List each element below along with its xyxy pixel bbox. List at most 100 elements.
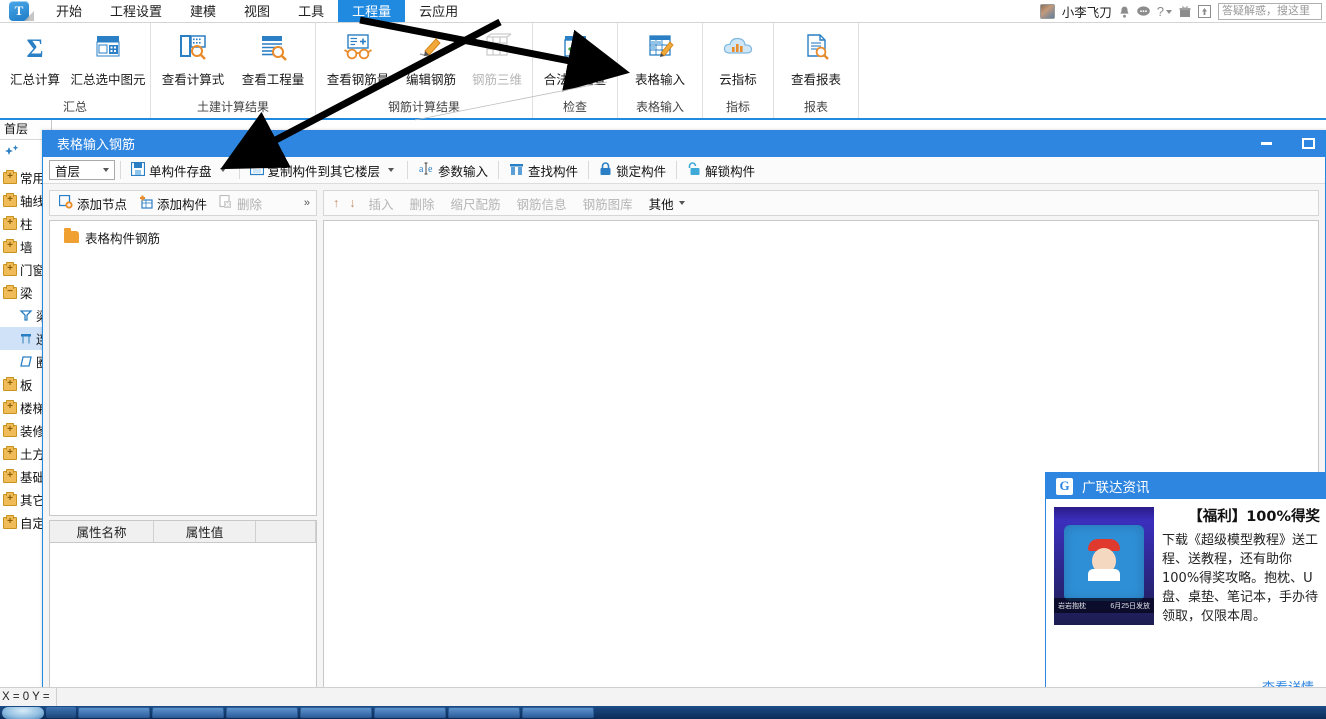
delete-icon <box>219 194 233 212</box>
glodon-logo-icon: G <box>1056 477 1073 495</box>
ribbon-button-view-rebar[interactable]: 查看钢筋量 <box>318 27 398 88</box>
other-button[interactable]: 其他 <box>641 192 693 214</box>
ribbon-button-view-formula[interactable]: 查看计算式 <box>153 27 233 88</box>
taskbar-item[interactable] <box>374 707 446 718</box>
ribbon-button-edit-rebar[interactable]: 编辑钢筋 <box>398 27 464 88</box>
application-window: T 开始 工程设置 建模 视图 工具 工程量 云应用 小李飞刀 ? 答疑解惑，搜… <box>0 0 1326 719</box>
copy-component-icon <box>249 162 264 179</box>
dialog-toolbar: 首层 单构件存盘 复制构件到其它楼层 ae 参数输入 查找构件 锁定构件 解锁构… <box>43 157 1325 184</box>
move-up-button[interactable]: ↑ <box>328 192 344 214</box>
ribbon-button-summary-calc[interactable]: Σ 汇总计算 <box>2 27 68 88</box>
toolbar-button-label: 添加节点 <box>77 197 128 212</box>
taskbar-item[interactable] <box>226 707 298 718</box>
chevron-down-icon[interactable] <box>219 168 226 172</box>
toolbar-button-label: 参数输入 <box>438 164 489 179</box>
taskbar-item[interactable] <box>152 707 224 718</box>
ribbon-group-table-input: 表格输入 表格输入 <box>618 23 703 118</box>
toolbar-button-label: 删除 <box>237 197 263 212</box>
parameter-input-button[interactable]: ae 参数输入 <box>413 159 493 181</box>
insert-button[interactable]: 插入 <box>361 192 402 214</box>
bell-icon[interactable] <box>1119 6 1130 18</box>
taskbar-item[interactable] <box>78 707 150 718</box>
toolbar-button-label: 查找构件 <box>528 164 579 179</box>
tree-item-table-rebar[interactable]: 表格构件钢筋 <box>50 227 316 247</box>
taskbar-item[interactable] <box>448 707 520 718</box>
tab-tools[interactable]: 工具 <box>284 0 338 22</box>
ribbon-button-label: 查看报表 <box>790 73 841 87</box>
scale-rebar-button[interactable]: 缩尺配筋 <box>443 192 509 214</box>
folder-open-icon <box>3 284 17 299</box>
help-icon[interactable]: ? <box>1157 4 1172 19</box>
ad-title: 【福利】100%得奖 <box>1188 509 1320 525</box>
ad-body: 岩岩抱枕 6月25日发放 【福利】100%得奖 下载《超级模型教程》送工程、送教… <box>1046 499 1326 669</box>
toolbar-button-label: 单构件存盘 <box>149 164 212 179</box>
delete-node-button[interactable]: 删除 <box>214 192 267 214</box>
ribbon-button-view-quantity[interactable]: 查看工程量 <box>233 27 313 88</box>
chevron-down-icon <box>678 201 685 205</box>
toolbar-button-label: 锁定构件 <box>616 164 667 179</box>
ribbon-group-label: 汇总 <box>62 100 87 114</box>
property-column-blank <box>256 521 316 542</box>
rebar-library-button[interactable]: 钢筋图库 <box>575 192 641 214</box>
sidebar-item-label: 板 <box>20 379 33 393</box>
tab-view[interactable]: 视图 <box>230 0 284 22</box>
tab-project-settings[interactable]: 工程设置 <box>96 0 176 22</box>
add-component-button[interactable]: 添加构件 <box>134 192 212 214</box>
ribbon-button-label: 云指标 <box>719 73 757 87</box>
tab-quantity[interactable]: 工程量 <box>338 0 406 22</box>
tab-modeling[interactable]: 建模 <box>176 0 230 22</box>
save-component-button[interactable]: 单构件存盘 <box>126 159 234 181</box>
folder-closed-icon <box>3 468 17 483</box>
ribbon-button-rebar-3d[interactable]: 钢筋三维 <box>464 27 530 88</box>
ribbon-tabs: 开始 工程设置 建模 视图 工具 工程量 云应用 <box>42 0 472 22</box>
ribbon-button-label: 表格输入 <box>634 73 685 87</box>
search-input[interactable]: 答疑解惑，搜这里 <box>1218 3 1322 20</box>
message-icon[interactable] <box>1136 6 1150 17</box>
component-tree-box[interactable]: 表格构件钢筋 <box>49 220 317 516</box>
ribbon-group-indicator: 云指标 指标 <box>703 23 774 118</box>
folder-closed-icon <box>3 399 17 414</box>
ribbon-button-label: 查看钢筋量 <box>326 73 390 87</box>
ribbon-tab-strip: T 开始 工程设置 建模 视图 工具 工程量 云应用 小李飞刀 ? 答疑解惑，搜… <box>0 0 1326 23</box>
lock-component-button[interactable]: 锁定构件 <box>594 159 671 181</box>
gift-icon[interactable] <box>1179 5 1191 18</box>
chevron-down-icon[interactable] <box>388 168 395 172</box>
ribbon-button-view-report[interactable]: 查看报表 <box>776 27 856 88</box>
property-grid[interactable]: 属性名称 属性值 <box>49 520 317 698</box>
sigma-icon: Σ <box>20 29 50 67</box>
floor-select[interactable]: 首层 <box>49 160 115 180</box>
titlebar-right-tools: 小李飞刀 ? 答疑解惑，搜这里 <box>1039 1 1322 22</box>
taskbar-quicklaunch[interactable] <box>46 707 76 718</box>
dialog-title-bar[interactable]: 表格输入钢筋 <box>43 130 1325 157</box>
ribbon-button-validity-check[interactable]: 合法性检查 <box>535 27 615 88</box>
tab-cloud-apps[interactable]: 云应用 <box>405 0 472 22</box>
ribbon-button-cloud-indicator[interactable]: 云指标 <box>705 27 771 88</box>
user-name[interactable]: 小李飞刀 <box>1062 2 1112 21</box>
minimize-button[interactable] <box>1255 133 1277 155</box>
add-star-icon[interactable] <box>4 144 20 161</box>
unlock-component-button[interactable]: 解锁构件 <box>682 159 760 181</box>
start-button[interactable] <box>2 706 44 719</box>
coordinate-readout: X = 0 Y = <box>0 687 57 707</box>
ribbon-button-table-input[interactable]: 表格输入 <box>620 27 700 88</box>
unlock-icon <box>687 161 701 179</box>
ad-thumbnail[interactable]: 岩岩抱枕 6月25日发放 <box>1054 507 1154 625</box>
overflow-chevron-icon[interactable]: » <box>304 197 312 209</box>
move-down-button[interactable]: ↓ <box>344 192 360 214</box>
tree-item-label: 表格构件钢筋 <box>85 231 161 246</box>
taskbar-item[interactable] <box>522 707 594 718</box>
rebar-grid-toolbar: ↑ ↓ 插入 删除 缩尺配筋 钢筋信息 钢筋图库 其他 <box>323 190 1319 216</box>
taskbar-item[interactable] <box>300 707 372 718</box>
maximize-button[interactable] <box>1297 133 1319 155</box>
copy-component-button[interactable]: 复制构件到其它楼层 <box>245 159 403 181</box>
find-component-button[interactable]: 查找构件 <box>504 159 583 181</box>
app-logo-icon[interactable]: T <box>2 0 36 22</box>
ribbon-button-summary-selected[interactable]: 汇总选中图元 <box>68 27 148 88</box>
tab-start[interactable]: 开始 <box>42 0 96 22</box>
upload-icon[interactable] <box>1198 5 1211 18</box>
rebar-info-button[interactable]: 钢筋信息 <box>509 192 575 214</box>
add-node-button[interactable]: 添加节点 <box>54 192 132 214</box>
avatar[interactable] <box>1039 4 1055 19</box>
toolbar-separator <box>676 161 678 179</box>
delete-row-button[interactable]: 删除 <box>402 192 443 214</box>
